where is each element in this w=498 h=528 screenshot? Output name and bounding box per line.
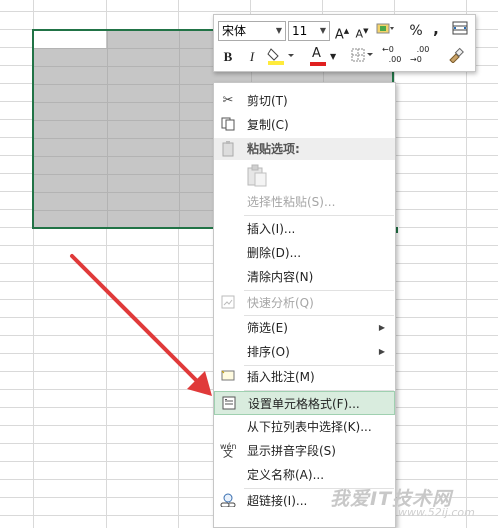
- menu-item-sort[interactable]: 排序(O) ▶: [214, 340, 395, 364]
- decrease-decimal-label: .00: [416, 45, 430, 54]
- font-color-button[interactable]: A ▼: [310, 46, 340, 67]
- borders-icon: [351, 48, 373, 62]
- increase-decimal-label: .00: [388, 55, 402, 64]
- font-size-box[interactable]: 11 ▼: [288, 21, 330, 41]
- decrease-font-button[interactable]: A▼: [354, 21, 370, 41]
- menu-item-show-phonetic[interactable]: wén 文 显示拼音字段(S): [214, 439, 395, 463]
- menu-item-filter[interactable]: 筛选(E) ▶: [214, 316, 395, 340]
- menu-item-quick-analysis[interactable]: 快速分析(Q): [214, 291, 395, 315]
- fill-color-icon: [267, 48, 294, 65]
- menu-item-cut[interactable]: ✂ 剪切(T): [214, 89, 395, 113]
- hyperlink-icon: [220, 493, 236, 509]
- bold-button[interactable]: B: [220, 47, 236, 67]
- chevron-down-icon: ▼: [330, 52, 337, 61]
- increase-font-label: A: [334, 27, 344, 43]
- italic-label: I: [249, 49, 255, 64]
- chevron-down-icon: ▼: [319, 26, 326, 35]
- menu-item-label: 快速分析(Q): [247, 296, 314, 310]
- mini-toolbar: 宋体 ▼ 11 ▼ A▲ A▼ % , B I A ▼ ←0 .00 .00 →…: [213, 14, 476, 72]
- font-size-value: 11: [292, 24, 308, 38]
- merge-center-button[interactable]: [450, 21, 470, 41]
- scissors-icon: ✂: [222, 93, 234, 108]
- paste-options-header: 粘贴选项:: [214, 138, 395, 160]
- menu-item-label: 定义名称(A)...: [247, 468, 325, 482]
- menu-item-delete[interactable]: 删除(D)...: [214, 241, 395, 265]
- copy-icon: [220, 117, 236, 133]
- font-color-swatch: [310, 62, 326, 66]
- paste-icon: [222, 141, 236, 161]
- chevron-right-icon: ▶: [378, 323, 385, 332]
- context-menu: ✂ 剪切(T) 复制(C) 粘贴选项: 选择性粘贴(S)... 插入(I)...…: [213, 82, 396, 528]
- menu-item-label: 排序(O): [247, 345, 290, 359]
- menu-item-label: 插入批注(M): [247, 370, 315, 384]
- menu-item-format-cells[interactable]: 设置单元格格式(F)...: [214, 391, 395, 415]
- font-name-box[interactable]: 宋体 ▼: [218, 21, 286, 41]
- borders-button[interactable]: [350, 47, 376, 67]
- paste-values-icon[interactable]: [244, 163, 270, 189]
- menu-item-insert[interactable]: 插入(I)...: [214, 217, 395, 241]
- comma-label: ,: [433, 20, 439, 38]
- italic-button[interactable]: I: [244, 47, 260, 67]
- bold-label: B: [223, 49, 233, 64]
- increase-font-button[interactable]: A▲: [334, 21, 350, 43]
- chevron-down-icon: ▼: [275, 26, 282, 35]
- merge-center-icon: [452, 21, 468, 35]
- arrow-right-icon: →0: [410, 55, 422, 64]
- phonetic-icon: wén 文: [220, 442, 237, 460]
- quick-analysis-icon: [220, 295, 236, 311]
- format-painter-button[interactable]: [446, 47, 466, 67]
- decrease-decimal-button[interactable]: .00 →0: [410, 45, 436, 65]
- format-painter-icon: [449, 47, 464, 64]
- menu-item-insert-comment[interactable]: 插入批注(M): [214, 365, 395, 389]
- chevron-right-icon: ▶: [378, 347, 385, 356]
- menu-item-pick-from-list[interactable]: 从下拉列表中选择(K)...: [214, 415, 395, 439]
- arrow-left-icon: ←0: [382, 45, 394, 54]
- increase-decimal-button[interactable]: ←0 .00: [382, 45, 408, 65]
- menu-item-clear-contents[interactable]: 清除内容(N): [214, 265, 395, 289]
- fill-color-button[interactable]: [266, 47, 296, 67]
- menu-item-label: 插入(I)...: [247, 222, 296, 236]
- watermark-url: www.52ij.com: [398, 506, 475, 519]
- active-cell[interactable]: [34, 31, 106, 48]
- menu-item-label: 筛选(E): [247, 321, 288, 335]
- comment-icon: [220, 369, 236, 385]
- number-format-button[interactable]: [374, 21, 396, 41]
- percent-label: %: [409, 23, 423, 39]
- menu-item-label: 超链接(I)...: [247, 494, 308, 508]
- format-cells-icon: [221, 396, 237, 412]
- menu-item-label: 从下拉列表中选择(K)...: [247, 420, 372, 434]
- menu-item-label: 选择性粘贴(S)...: [247, 195, 336, 209]
- font-color-label: A: [312, 46, 321, 61]
- menu-item-label: 剪切(T): [247, 94, 288, 108]
- menu-item-label: 删除(D)...: [247, 246, 302, 260]
- number-format-icon: [376, 23, 394, 34]
- menu-item-label: 清除内容(N): [247, 270, 314, 284]
- menu-item-copy[interactable]: 复制(C): [214, 113, 395, 137]
- decrease-font-label: A: [355, 27, 364, 41]
- menu-item-label: 设置单元格格式(F)...: [248, 397, 360, 411]
- menu-item-label: 复制(C): [247, 118, 289, 132]
- paste-options-label: 粘贴选项:: [247, 142, 300, 156]
- percent-button[interactable]: %: [408, 21, 424, 41]
- menu-item-paste-special[interactable]: 选择性粘贴(S)...: [214, 190, 395, 214]
- comma-button[interactable]: ,: [430, 19, 442, 39]
- menu-separator: [244, 215, 394, 216]
- font-name-value: 宋体: [222, 24, 247, 38]
- menu-item-label: 显示拼音字段(S): [247, 444, 336, 458]
